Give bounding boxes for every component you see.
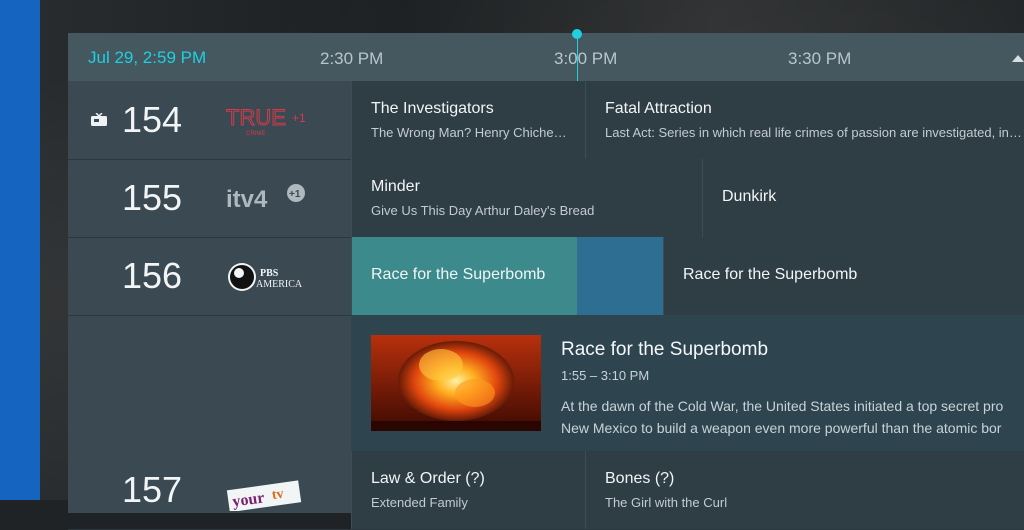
program-progress xyxy=(577,237,663,315)
channel-row: 157 your tv Law & Order (?) Extended Fam… xyxy=(68,451,1024,530)
chevron-up-icon[interactable] xyxy=(1012,55,1024,62)
program-title: Fatal Attraction xyxy=(605,100,712,117)
channel-number: 154 xyxy=(122,99,183,140)
program-cell[interactable]: Law & Order (?) Extended Family xyxy=(351,451,585,529)
channel-number: 155 xyxy=(122,177,183,218)
itv4-logo: itv4 +1 xyxy=(226,184,305,213)
program-title: The Investigators xyxy=(371,100,494,117)
program-cell[interactable]: The Investigators The Wrong Man? Henry C… xyxy=(351,81,585,159)
detail-description-line: New Mexico to build a weapon even more p… xyxy=(561,420,1002,436)
program-subtitle: The Wrong Man? Henry Chiche… xyxy=(371,125,567,140)
yourtv-logo: your tv xyxy=(226,480,302,511)
channel-row: 156 PBS AMERICA Race for the Superbomb R… xyxy=(68,237,1024,316)
program-cell[interactable]: Bones (?) The Girl with the Curl xyxy=(585,451,1024,529)
program-title: Bones (?) xyxy=(605,470,675,487)
svg-text:+1: +1 xyxy=(289,189,301,200)
svg-text:itv4: itv4 xyxy=(226,186,268,213)
detail-title: Race for the Superbomb xyxy=(561,339,769,360)
program-cell[interactable]: Race for the Superbomb xyxy=(663,237,1024,315)
detail-time: 1:55 – 3:10 PM xyxy=(561,368,650,383)
svg-text:tv: tv xyxy=(271,487,285,503)
now-indicator-dot xyxy=(572,29,582,39)
program-thumbnail xyxy=(371,335,541,431)
time-header: Jul 29, 2:59 PM 2:30 PM 3:00 PM 3:30 PM xyxy=(68,29,1024,81)
time-slot: 3:30 PM xyxy=(788,49,852,68)
svg-text:PBS: PBS xyxy=(260,268,279,279)
program-subtitle: Extended Family xyxy=(371,495,468,510)
time-slot: 2:30 PM xyxy=(320,49,384,68)
program-title: Race for the Superbomb xyxy=(683,266,858,283)
program-subtitle: Last Act: Series in which real life crim… xyxy=(605,125,1022,140)
pbs-america-logo: PBS AMERICA xyxy=(228,263,303,291)
channel-number: 157 xyxy=(122,469,183,510)
program-title: Race for the Superbomb xyxy=(371,266,546,283)
program-title: Minder xyxy=(371,178,420,195)
channel-row: 155 itv4 +1 Minder Give Us This Day Arth… xyxy=(68,159,1024,238)
channel-row: 154 TRUE +1 CRIME The Investigators The … xyxy=(68,81,1024,160)
true-crime-logo: TRUE +1 CRIME xyxy=(226,105,306,138)
program-cell[interactable]: Fatal Attraction Last Act: Series in whi… xyxy=(585,81,1024,159)
svg-text:+1: +1 xyxy=(292,111,306,125)
program-subtitle: The Girl with the Curl xyxy=(605,495,728,510)
program-cell-selected[interactable]: Race for the Superbomb xyxy=(351,237,577,315)
now-indicator-line xyxy=(577,33,578,81)
program-title: Dunkirk xyxy=(722,188,777,205)
program-detail-panel[interactable]: Race for the Superbomb 1:55 – 3:10 PM At… xyxy=(351,315,1024,451)
program-cell[interactable]: Minder Give Us This Day Arthur Daley's B… xyxy=(351,159,702,237)
svg-text:CRIME: CRIME xyxy=(246,131,265,137)
program-subtitle: Give Us This Day Arthur Daley's Bread xyxy=(371,203,595,218)
svg-text:TRUE: TRUE xyxy=(226,105,286,130)
program-title: Law & Order (?) xyxy=(371,470,485,487)
channel-number: 156 xyxy=(122,255,183,296)
side-accent-bar xyxy=(0,0,40,500)
svg-text:AMERICA: AMERICA xyxy=(256,279,303,290)
detail-description-line: At the dawn of the Cold War, the United … xyxy=(561,398,1004,414)
detail-description: At the dawn of the Cold War, the United … xyxy=(561,395,1024,439)
tv-icon xyxy=(91,113,107,126)
current-datetime: Jul 29, 2:59 PM xyxy=(88,48,207,67)
program-cell[interactable]: Dunkirk xyxy=(702,159,1024,237)
time-slot: 3:00 PM xyxy=(554,49,618,68)
epg-guide: Jul 29, 2:59 PM 2:30 PM 3:00 PM 3:30 PM … xyxy=(68,29,1024,530)
